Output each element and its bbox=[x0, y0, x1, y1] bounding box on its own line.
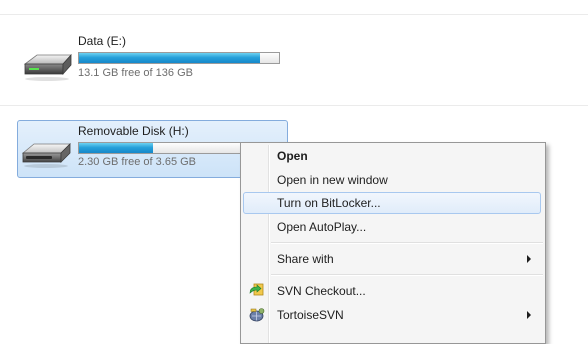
tortoisesvn-icon bbox=[249, 308, 265, 322]
menu-item-svn-checkout[interactable]: SVN Checkout... bbox=[243, 280, 541, 302]
drive-tile-data-e[interactable]: Data (E:) 13.1 GB free of 136 GB bbox=[18, 30, 288, 90]
capacity-bar bbox=[78, 52, 280, 64]
menu-item-label: Share with bbox=[277, 252, 334, 266]
menu-item-label: Turn on BitLocker... bbox=[277, 196, 381, 210]
svn-checkout-icon bbox=[249, 283, 264, 296]
menu-item-label: TortoiseSVN bbox=[277, 308, 344, 322]
menu-item-label: SVN Checkout... bbox=[277, 284, 366, 298]
submenu-arrow-icon bbox=[527, 255, 531, 263]
menu-item-tortoisesvn[interactable]: TortoiseSVN bbox=[243, 304, 541, 326]
menu-item-open[interactable]: Open bbox=[243, 145, 541, 167]
menu-item-label: Open in new window bbox=[277, 173, 388, 187]
capacity-fill bbox=[79, 53, 260, 63]
section-divider bbox=[0, 105, 588, 106]
capacity-fill bbox=[79, 143, 153, 153]
menu-item-turn-on-bitlocker[interactable]: Turn on BitLocker... bbox=[243, 192, 541, 214]
menu-item-open-autoplay[interactable]: Open AutoPlay... bbox=[243, 216, 541, 238]
removable-drive-icon bbox=[21, 143, 71, 168]
drive-free-space: 13.1 GB free of 136 GB bbox=[78, 67, 193, 79]
menu-item-share-with[interactable]: Share with bbox=[243, 248, 541, 270]
submenu-arrow-icon bbox=[527, 311, 531, 319]
drive-name: Removable Disk (H:) bbox=[78, 124, 189, 138]
context-menu: Open Open in new window Turn on BitLocke… bbox=[240, 142, 546, 344]
top-divider bbox=[0, 14, 588, 15]
hard-drive-icon bbox=[23, 53, 72, 81]
drive-name: Data (E:) bbox=[78, 34, 127, 48]
menu-item-label: Open AutoPlay... bbox=[277, 220, 367, 234]
drive-free-space: 2.30 GB free of 3.65 GB bbox=[78, 156, 197, 168]
menu-separator bbox=[271, 242, 543, 244]
menu-separator bbox=[271, 274, 543, 276]
menu-item-open-in-new-window[interactable]: Open in new window bbox=[243, 169, 541, 191]
menu-item-label: Open bbox=[277, 149, 308, 163]
